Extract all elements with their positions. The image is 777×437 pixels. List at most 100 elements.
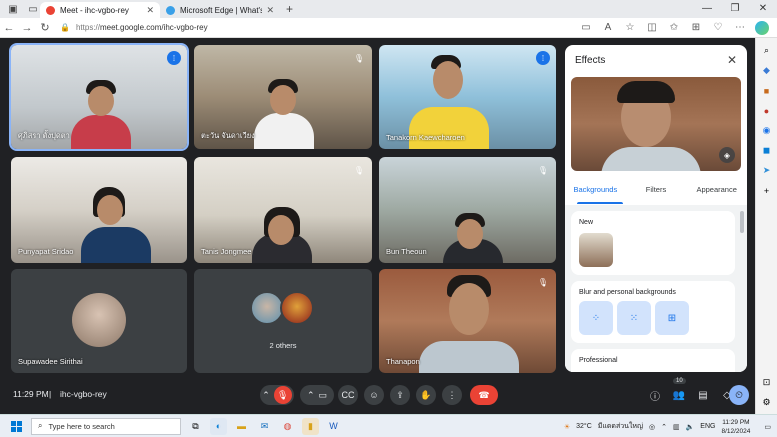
people-button[interactable]: 10 👥	[670, 378, 688, 404]
weather-text[interactable]: มีแดดส่วนใหญ่	[598, 421, 643, 432]
browser-tab-bar: ▣ ▭ Meet - ihc-vgbo-rey ✕ Microsoft Edge…	[0, 0, 777, 18]
effects-scroll-area[interactable]: New Blur and personal backgrounds ⁘ ⁙ ⊞ …	[565, 205, 747, 372]
meeting-info-button[interactable]: ⓘ	[646, 386, 664, 404]
address-bar-row: ← → ↻ 🔒 https:// meet.google.com/ihc-vgb…	[0, 18, 777, 38]
tools-icon[interactable]: ■	[760, 84, 773, 97]
close-tab-icon[interactable]: ✕	[146, 5, 154, 16]
edge-app-icon[interactable]: ◐	[210, 417, 227, 435]
slight-blur-icon[interactable]: ⁘	[579, 301, 613, 335]
weather-temp[interactable]: 32°C	[576, 423, 592, 430]
participant-tile[interactable]: Punyapat Sridao	[11, 157, 187, 263]
network-icon[interactable]: ▥	[673, 423, 680, 431]
captions-button[interactable]: CC	[338, 385, 358, 405]
collections-icon[interactable]: ⊞	[685, 22, 707, 33]
notifications-icon[interactable]: ▭	[764, 423, 771, 431]
participant-tile[interactable]: 🎙 Thanapon	[379, 269, 556, 373]
participant-tile[interactable]: Supawadee Sirithai	[11, 269, 187, 373]
chevron-up-icon[interactable]: ⌃	[262, 390, 270, 401]
camera-in-use-icon[interactable]: ▭	[575, 22, 597, 33]
browser-essentials-icon[interactable]: ♡	[707, 22, 729, 33]
search-icon: ⌕	[38, 421, 43, 430]
speaking-indicator-icon: ⁞	[536, 51, 550, 65]
more-options-button[interactable]: ⋮	[442, 385, 462, 405]
tab-edge-whats-new[interactable]: Microsoft Edge | What's New ✕	[160, 2, 280, 18]
tab-backgrounds[interactable]: Backgrounds	[565, 185, 626, 201]
minimize-button[interactable]: —	[693, 0, 721, 18]
weather-icon[interactable]: ☀	[564, 423, 570, 431]
microsoft365-icon[interactable]: ◉	[760, 124, 773, 137]
more-menu-icon[interactable]: ⋯	[729, 22, 751, 33]
read-aloud-icon[interactable]: A	[597, 22, 619, 33]
participant-count-badge: 10	[673, 378, 686, 384]
layers-icon[interactable]: ◈	[719, 147, 735, 163]
outlook-icon[interactable]: ◼	[760, 144, 773, 157]
tab-meet[interactable]: Meet - ihc-vgbo-rey ✕	[40, 2, 160, 18]
split-screen-icon[interactable]: ◫	[641, 22, 663, 33]
scrollbar[interactable]	[740, 211, 744, 233]
new-tab-button[interactable]: +	[286, 2, 293, 16]
maximize-button[interactable]: ❐	[721, 0, 749, 18]
participant-tile[interactable]: 🎙 ตะวัน จันดาเวียง	[194, 45, 372, 149]
mic-off-icon[interactable]: 🎙	[273, 386, 292, 404]
workspaces-icon[interactable]: ▣	[6, 2, 20, 16]
tab-appearance[interactable]: Appearance	[686, 185, 747, 201]
tray-icon[interactable]: ◎	[649, 423, 655, 431]
url-field[interactable]: 🔒 https:// meet.google.com/ihc-vgbo-rey	[60, 21, 575, 35]
more-vert-icon: ⋮	[447, 389, 457, 400]
lock-icon[interactable]: 🔒	[60, 23, 70, 32]
taskbar-search[interactable]: ⌕ Type here to search	[31, 417, 181, 435]
blur-icon[interactable]: ⁙	[617, 301, 651, 335]
notes-icon[interactable]: ▮	[302, 417, 319, 435]
close-window-button[interactable]: ✕	[749, 0, 777, 18]
avatar	[250, 291, 284, 325]
settings-gear-icon[interactable]: ⚙	[760, 396, 773, 409]
tab-actions-icon[interactable]: ▭	[26, 2, 40, 16]
favorites-icon[interactable]: ✩	[663, 22, 685, 33]
volume-icon[interactable]: 🔈	[686, 423, 695, 431]
emoji-button[interactable]: ☺	[364, 385, 384, 405]
host-controls-icon: ⏲	[735, 389, 743, 401]
chevron-up-icon[interactable]: ⌃	[307, 390, 315, 401]
tab-filters[interactable]: Filters	[626, 185, 687, 201]
people-icon: 👥	[672, 389, 686, 401]
leave-call-button[interactable]: ☎	[470, 385, 498, 405]
camera-button[interactable]: ⌃ ▭	[300, 385, 334, 405]
close-icon[interactable]: ✕	[727, 53, 737, 67]
camera-icon[interactable]: ▭	[319, 390, 328, 401]
add-icon[interactable]: +	[760, 184, 773, 197]
refresh-icon[interactable]: ↻	[36, 21, 54, 34]
lock-settings-button[interactable]: ⏲	[729, 385, 749, 405]
file-explorer-icon[interactable]: ▬	[233, 418, 250, 435]
chevron-up-icon[interactable]: ⌃	[661, 423, 667, 431]
copilot-icon[interactable]	[755, 20, 769, 35]
mail-icon[interactable]: ✉	[256, 418, 273, 435]
mic-button[interactable]: ⌃ 🎙	[260, 385, 294, 405]
background-thumbnail[interactable]	[579, 233, 613, 267]
search-icon[interactable]: ⌕	[760, 44, 773, 57]
favorite-star-icon[interactable]: ☆	[619, 22, 641, 33]
others-tile[interactable]: 2 others	[194, 269, 372, 373]
present-button[interactable]: ⇪	[390, 385, 410, 405]
participant-tile[interactable]: 🎙 Bun Theoun	[379, 157, 556, 263]
add-image-icon[interactable]: ⊞	[655, 301, 689, 335]
emoji-icon: ☺	[369, 390, 379, 400]
language-indicator[interactable]: ENG	[700, 423, 715, 430]
back-icon[interactable]: ←	[0, 22, 18, 34]
windows-start-icon[interactable]	[11, 420, 22, 432]
games-icon[interactable]: ●	[760, 104, 773, 117]
close-tab-icon[interactable]: ✕	[266, 5, 274, 16]
clock[interactable]: 11:29 PM 8/12/2024	[721, 418, 756, 436]
participant-tile[interactable]: ⁞ ศุภิสรา ตั้งปุดตา	[9, 43, 189, 151]
chrome-icon[interactable]: ◍	[279, 418, 296, 435]
shopping-icon[interactable]: ◆	[760, 64, 773, 77]
raise-hand-button[interactable]: ✋	[416, 385, 436, 405]
sidebar-expand-icon[interactable]: ⊡	[760, 376, 773, 389]
participant-tile[interactable]: 🎙 Tanis Jongmee	[194, 157, 372, 263]
participant-figure	[409, 107, 489, 149]
participant-tile[interactable]: ⁞ Tanakorn Kaewcharoen	[379, 45, 556, 149]
word-icon[interactable]: W	[325, 418, 342, 435]
task-view-icon[interactable]: ⧉	[187, 418, 204, 435]
send-icon[interactable]: ➤	[760, 164, 773, 177]
forward-icon[interactable]: →	[18, 22, 36, 34]
chat-button[interactable]: ▤	[694, 386, 712, 404]
